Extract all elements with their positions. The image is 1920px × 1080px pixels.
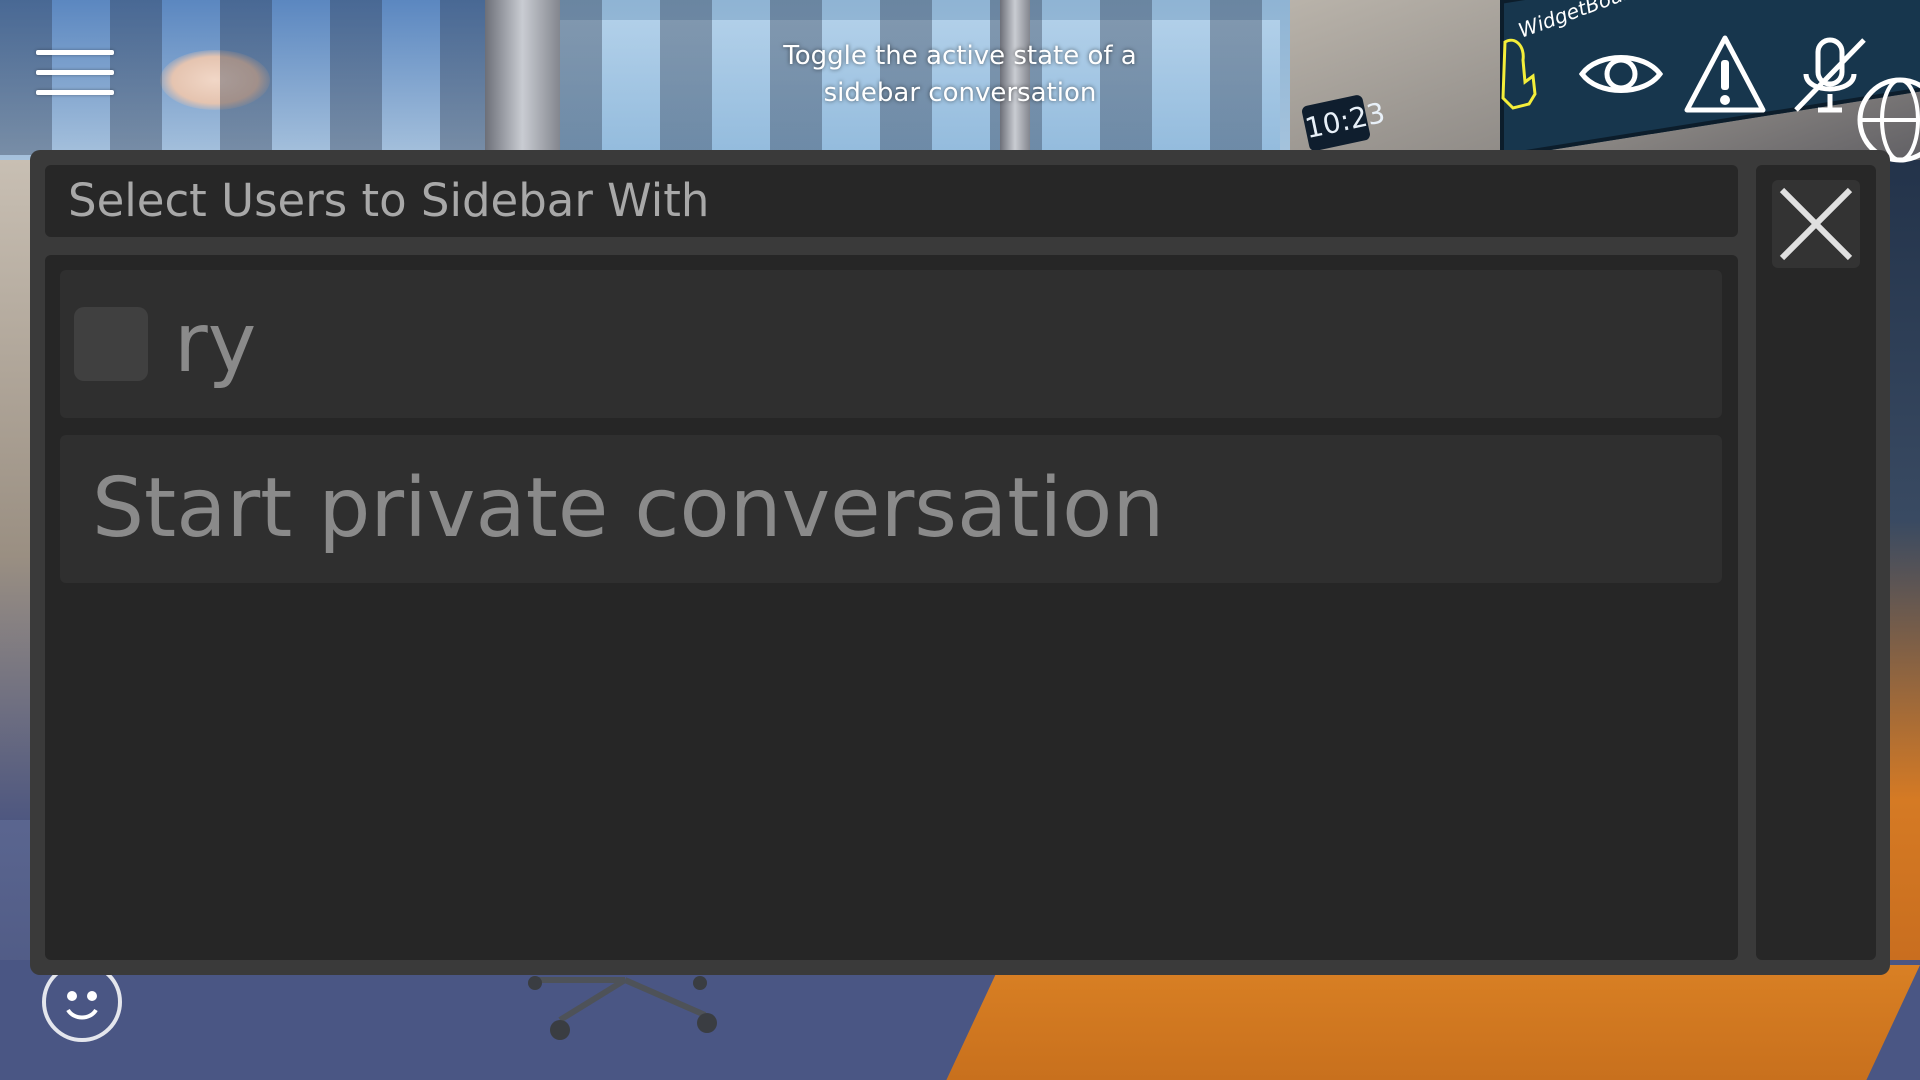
office-chair-base — [528, 976, 717, 1040]
dialog-title: Select Users to Sidebar With — [68, 174, 710, 227]
smiley-face-glyph — [66, 991, 98, 1020]
menu-line — [36, 90, 114, 95]
dialog-title-bar: Select Users to Sidebar With — [45, 165, 1738, 237]
close-button[interactable] — [1772, 180, 1860, 268]
user-name: ry — [174, 296, 257, 391]
menu-line — [36, 50, 114, 55]
start-private-conversation-button[interactable]: Start private conversation — [60, 435, 1722, 583]
pillar — [485, 0, 560, 160]
right-scene-strip — [1885, 160, 1920, 960]
close-icon — [1779, 187, 1853, 261]
user-select-checkbox[interactable] — [74, 307, 148, 381]
user-list-item[interactable]: ry — [60, 270, 1722, 418]
eye-icon[interactable] — [1578, 32, 1664, 116]
start-private-conversation-label: Start private conversation — [92, 461, 1165, 556]
hamburger-menu-icon[interactable] — [36, 50, 114, 100]
menu-line — [36, 70, 114, 75]
sidebar-users-dialog: Select Users to Sidebar With ry Start pr… — [30, 150, 1890, 975]
warning-icon[interactable] — [1683, 32, 1767, 116]
floor-orange-rug — [946, 965, 1920, 1080]
user-list-panel: ry Start private conversation — [45, 255, 1738, 960]
close-panel — [1756, 165, 1876, 960]
hand-pointer-icon — [1501, 38, 1537, 110]
tooltip-text: Toggle the active state of a sidebar con… — [783, 41, 1137, 108]
